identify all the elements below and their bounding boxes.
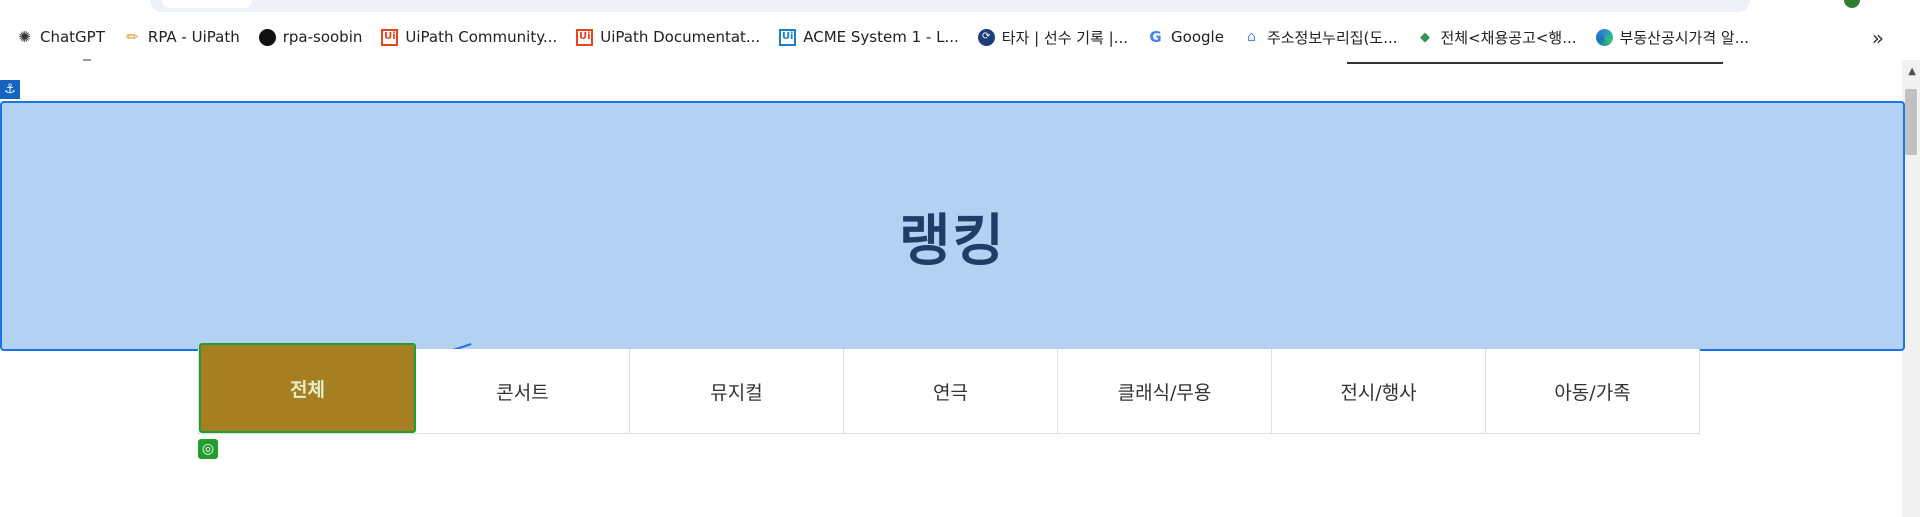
bookmark-label: Google	[1171, 28, 1224, 46]
address-bar[interactable]	[150, 0, 1750, 12]
bookmark-rpa-uipath[interactable]: ✏ RPA - UiPath	[124, 28, 240, 46]
tab-exhibition-event[interactable]: 전시/행사	[1272, 349, 1486, 433]
edge-icon	[1595, 28, 1613, 46]
bookmark-label: 부동산공시가격 알...	[1619, 28, 1750, 47]
tab-concert[interactable]: 콘서트	[416, 349, 630, 433]
bookmark-label: RPA - UiPath	[147, 28, 240, 46]
bookmark-label: UiPath Community...	[405, 28, 558, 46]
divider	[83, 59, 91, 61]
uipath-blue-icon: Ui	[779, 28, 797, 46]
tab-classic-dance[interactable]: 클래식/무용	[1058, 349, 1272, 433]
page-title: 랭킹	[898, 208, 1007, 274]
bookmark-label: ChatGPT	[40, 28, 105, 46]
anchor-highlight-region: 랭킹	[0, 101, 1905, 351]
bookmark-google[interactable]: G Google	[1147, 28, 1224, 46]
uipath-icon: Ui	[576, 28, 594, 46]
profile-avatar[interactable]	[1844, 0, 1860, 8]
bookmark-juso[interactable]: ⌂ 주소정보누리집(도...	[1243, 27, 1398, 48]
uipath-icon: Ui	[381, 28, 399, 46]
bookmark-label: 전체<채용공고<행...	[1440, 28, 1577, 47]
category-tabs: 전체 콘서트 뮤지컬 연극 클래식/무용 전시/행사 아동/가족	[198, 343, 1700, 434]
tab-kids-family[interactable]: 아동/가족	[1486, 349, 1699, 433]
bookmark-label: 타자 | 선수 기록 |...	[1001, 28, 1129, 47]
bird-icon: ◆	[1420, 29, 1430, 45]
bookmark-label: 주소정보누리집(도...	[1266, 28, 1398, 47]
house-icon: ⌂	[1246, 29, 1256, 45]
tazza-icon: ⟳	[977, 28, 995, 46]
bookmark-realty-price[interactable]: 부동산공시가격 알...	[1595, 27, 1750, 48]
bookmarks-bar: ✺ ChatGPT ✏ RPA - UiPath rpa-soobin Ui U…	[0, 20, 1920, 54]
bookmarks-overflow-button[interactable]: »	[1872, 26, 1884, 50]
bookmark-label: UiPath Documentat...	[600, 28, 761, 46]
bookmark-rpa-soobin[interactable]: rpa-soobin	[258, 28, 363, 46]
bookmark-label: ACME System 1 - L...	[803, 28, 959, 46]
target-icon[interactable]: ◎	[198, 439, 218, 459]
bookmark-label: rpa-soobin	[282, 28, 363, 46]
anchor-icon[interactable]: ⚓	[0, 80, 20, 99]
google-icon: G	[1149, 27, 1162, 46]
github-icon	[258, 28, 276, 46]
bookmark-uipath-community[interactable]: Ui UiPath Community...	[381, 28, 557, 46]
divider	[1347, 62, 1723, 64]
tab-musical[interactable]: 뮤지컬	[630, 349, 844, 433]
bookmark-uipath-docs[interactable]: Ui UiPath Documentat...	[576, 28, 760, 46]
bookmark-acme-system[interactable]: Ui ACME System 1 - L...	[779, 28, 959, 46]
bookmark-jobs[interactable]: ◆ 전체<채용공고<행...	[1417, 27, 1577, 48]
scroll-up-arrow-icon[interactable]: ▲	[1908, 66, 1916, 77]
tab-play[interactable]: 연극	[844, 349, 1058, 433]
address-bar-segment	[162, 0, 252, 8]
scrollbar-thumb[interactable]	[1905, 89, 1917, 155]
chatgpt-icon: ✺	[18, 27, 31, 46]
bookmark-tazza[interactable]: ⟳ 타자 | 선수 기록 |...	[977, 27, 1129, 48]
pencil-icon: ✏	[126, 27, 139, 46]
tab-all[interactable]: 전체	[199, 343, 416, 433]
bookmark-chatgpt[interactable]: ✺ ChatGPT	[16, 28, 105, 46]
